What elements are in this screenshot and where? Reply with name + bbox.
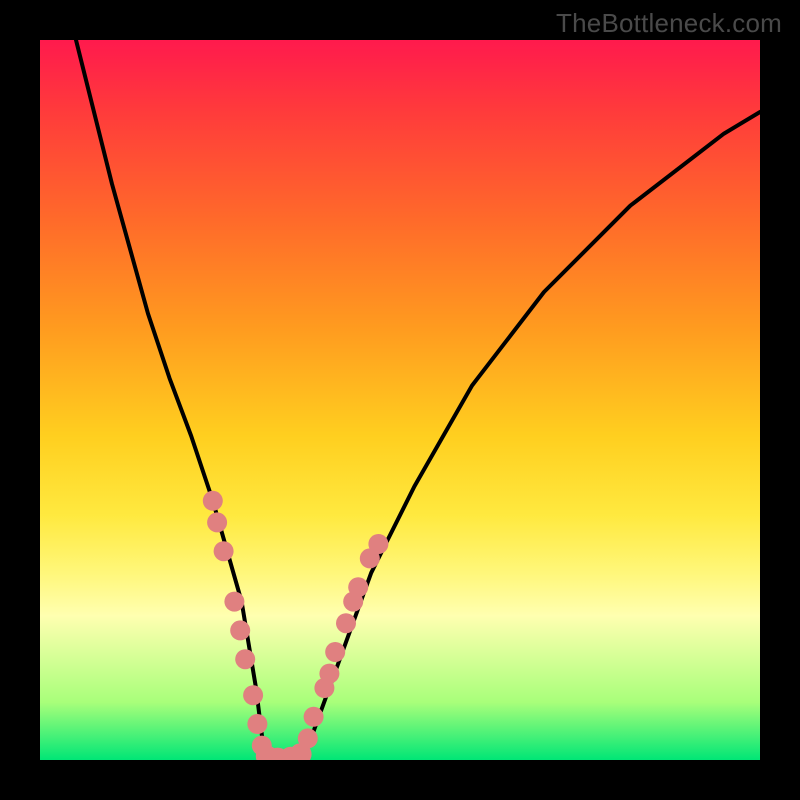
frame-left — [0, 0, 40, 800]
watermark-text: TheBottleneck.com — [556, 8, 782, 39]
bead-marker — [319, 664, 339, 684]
bead-marker — [368, 534, 388, 554]
chart-svg — [40, 40, 760, 760]
bead-marker — [336, 613, 356, 633]
bead-marker — [224, 592, 244, 612]
bead-marker — [203, 491, 223, 511]
curve-line — [76, 40, 760, 760]
bead-marker — [325, 642, 345, 662]
bead-markers — [203, 491, 389, 760]
plot-area — [40, 40, 760, 760]
bead-marker — [304, 707, 324, 727]
bead-marker — [235, 649, 255, 669]
bead-marker — [230, 620, 250, 640]
bead-marker — [207, 512, 227, 532]
bead-marker — [348, 577, 368, 597]
chart-frame: TheBottleneck.com — [0, 0, 800, 800]
bead-marker — [243, 685, 263, 705]
bead-marker — [214, 541, 234, 561]
frame-bottom — [0, 760, 800, 800]
frame-right — [760, 0, 800, 800]
bead-marker — [247, 714, 267, 734]
